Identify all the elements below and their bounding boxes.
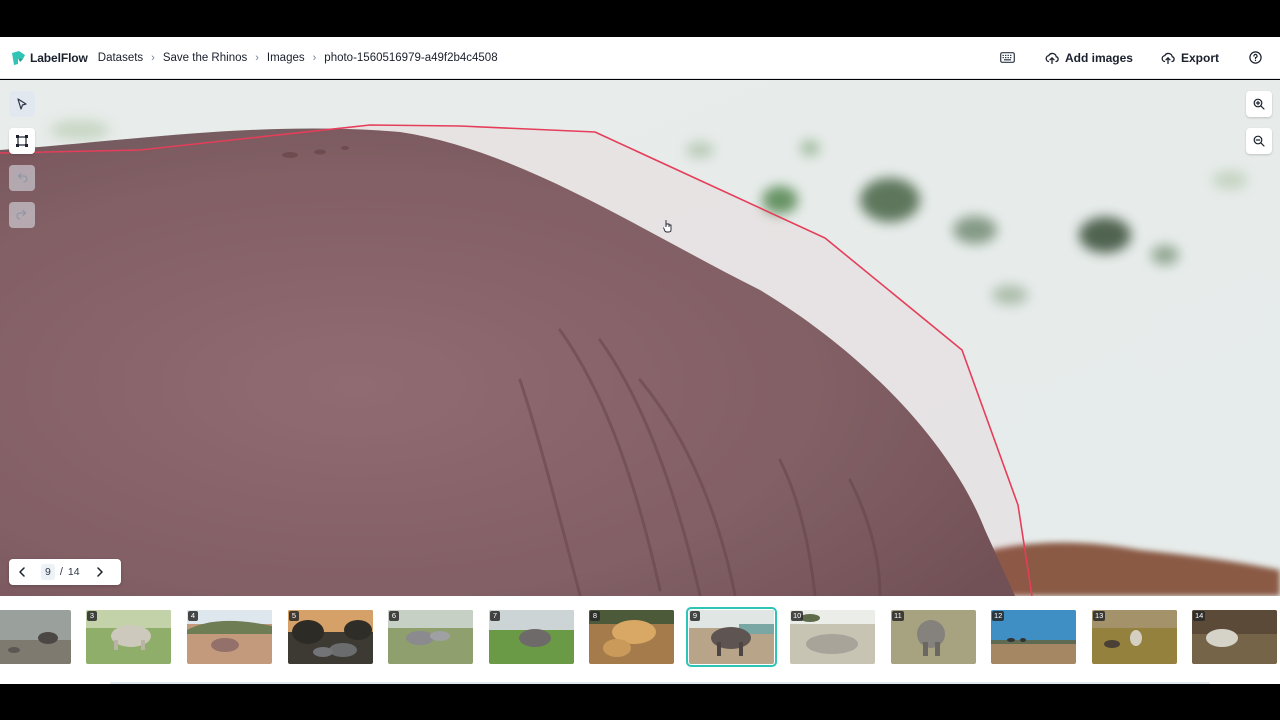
thumbnail-number: 5 <box>289 611 299 621</box>
gallery-thumbnail[interactable]: 7 <box>489 610 574 664</box>
zoom-out-icon <box>1253 135 1265 147</box>
breadcrumb-images[interactable]: Images <box>267 52 305 64</box>
gallery-thumbnail[interactable]: 4 <box>187 610 272 664</box>
next-image-button[interactable] <box>93 565 107 579</box>
gallery-thumbnail[interactable]: 6 <box>388 610 473 664</box>
letterbox-bottom <box>0 684 1280 720</box>
thumbnail-image <box>689 610 774 664</box>
thumbnail-image <box>187 610 272 664</box>
export-cloud-icon <box>1161 52 1175 64</box>
help-icon <box>1249 51 1262 64</box>
thumbnail-image <box>589 610 674 664</box>
zoom-in-icon <box>1253 98 1265 110</box>
help-button[interactable] <box>1241 45 1270 70</box>
drawing-toolbar <box>9 91 35 228</box>
gallery-thumbnail-selected[interactable]: 9 <box>686 607 777 667</box>
upload-cloud-icon <box>1045 52 1059 64</box>
thumbnail-image <box>388 610 473 664</box>
previous-image-button[interactable] <box>15 565 29 579</box>
image-pager: 9 / 14 <box>9 559 121 585</box>
chevron-right-icon <box>96 567 103 577</box>
zoom-out-button[interactable] <box>1246 128 1272 154</box>
thumbnail-image <box>288 610 373 664</box>
thumbnail-image <box>86 610 171 664</box>
thumbnail-number: 14 <box>1193 611 1206 621</box>
labelflow-logo-icon <box>12 50 25 65</box>
thumbnail-number: 3 <box>87 611 97 621</box>
image-gallery: 3 4 5 6 7 8 9 10 11 12 13 14 <box>0 596 1280 684</box>
thumbnail-number: 7 <box>490 611 500 621</box>
undo-icon <box>17 172 28 183</box>
gallery-thumbnail[interactable]: 10 <box>790 610 875 664</box>
add-images-label: Add images <box>1064 50 1133 65</box>
letterbox-top <box>0 0 1280 37</box>
export-label: Export <box>1180 50 1219 65</box>
gallery-thumbnail[interactable]: 5 <box>288 610 373 664</box>
breadcrumb-separator: › <box>255 51 259 64</box>
add-images-button[interactable]: Add images <box>1037 45 1141 71</box>
keyboard-shortcuts-button[interactable] <box>992 46 1023 69</box>
gallery-thumbnail[interactable]: 8 <box>589 610 674 664</box>
hand-cursor-icon <box>663 220 672 233</box>
redo-button[interactable] <box>9 202 35 228</box>
thumbnail-number: 4 <box>188 611 198 621</box>
thumbnail-number: 13 <box>1093 611 1106 621</box>
gallery-thumbnail[interactable]: 14 <box>1192 610 1277 664</box>
app-logo[interactable]: LabelFlow <box>10 50 88 66</box>
pager-separator: / <box>59 566 63 578</box>
breadcrumb-datasets[interactable]: Datasets <box>98 52 143 64</box>
export-button[interactable]: Export <box>1153 45 1227 71</box>
keyboard-icon <box>1000 52 1015 63</box>
thumbnail-image <box>0 610 71 664</box>
rhino-image <box>0 80 1280 596</box>
pointer-icon <box>17 98 27 110</box>
gallery-thumbnail[interactable]: 13 <box>1092 610 1177 664</box>
thumbnail-number: 12 <box>992 611 1005 621</box>
redo-icon <box>16 209 27 220</box>
breadcrumb-separator: › <box>312 51 317 64</box>
selection-tool-button[interactable] <box>9 91 35 117</box>
current-image-index-input[interactable]: 9 <box>41 564 55 580</box>
app-name: LabelFlow <box>30 50 88 65</box>
zoom-controls <box>1246 91 1272 154</box>
undo-button[interactable] <box>9 165 35 191</box>
thumbnail-image <box>489 610 574 664</box>
total-images-count: 14 <box>67 566 80 578</box>
gallery-thumbnail[interactable]: 12 <box>991 610 1076 664</box>
thumbnail-number: 8 <box>590 611 600 621</box>
top-navbar: LabelFlow Datasets › Save the Rhinos › I… <box>0 37 1280 79</box>
zoom-in-button[interactable] <box>1246 91 1272 117</box>
gallery-thumbnail[interactable]: 3 <box>86 610 171 664</box>
thumbnail-number: 9 <box>690 611 700 621</box>
breadcrumb-separator: › <box>151 51 155 64</box>
thumbnail-number: 11 <box>892 611 904 621</box>
breadcrumb-dataset[interactable]: Save the Rhinos <box>163 52 247 64</box>
chevron-left-icon <box>19 567 25 577</box>
bounding-box-icon <box>16 135 28 147</box>
image-canvas[interactable]: 9 / 14 <box>0 80 1280 596</box>
gallery-thumbnail[interactable]: 11 <box>891 610 976 664</box>
thumbnail-number: 6 <box>389 611 399 621</box>
gallery-thumbnail[interactable] <box>0 610 71 664</box>
bounding-box-tool-button[interactable] <box>9 128 35 154</box>
thumbnail-number: 10 <box>791 611 804 621</box>
breadcrumb-image-name: photo-1560516979-a49f2b4c4508 <box>324 51 498 64</box>
